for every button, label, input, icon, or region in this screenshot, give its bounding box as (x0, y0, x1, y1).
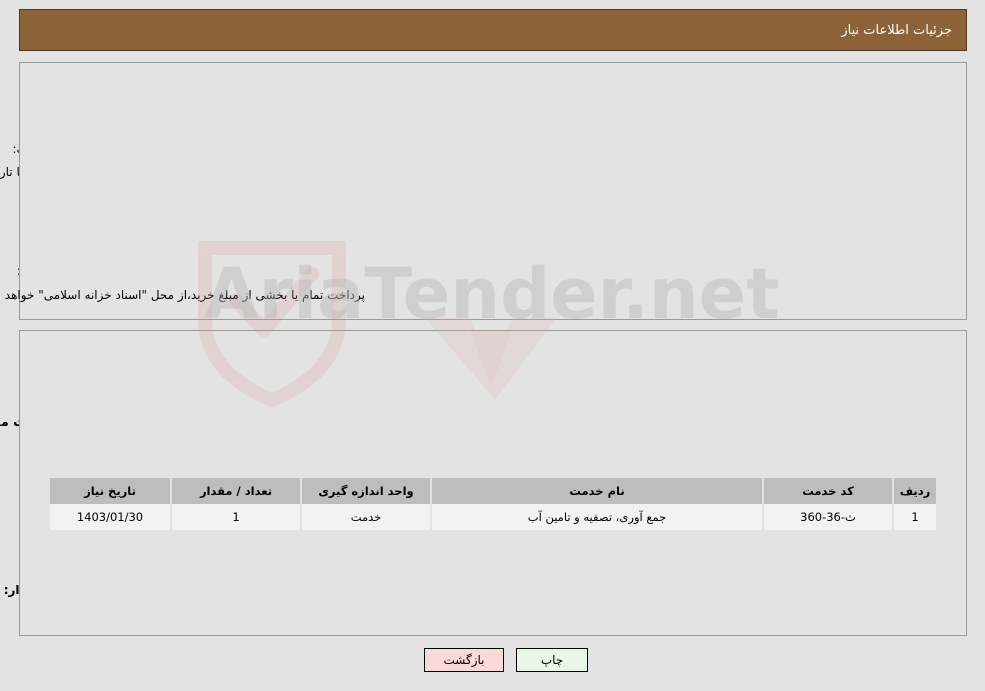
th-row-no: ردیف (894, 478, 936, 504)
back-button[interactable]: بازگشت (424, 648, 504, 672)
th-need-date: تاریخ نیاز (50, 478, 170, 504)
table-row: 1 ث-36-360 جمع آوری، تصفیه و تامین آب خد… (50, 504, 936, 530)
th-quantity: تعداد / مقدار (172, 478, 300, 504)
treasury-checkbox-row[interactable]: پرداخت تمام یا بخشی از مبلغ خرید،از محل … (0, 288, 365, 302)
th-unit: واحد اندازه گیری (302, 478, 430, 504)
td-unit: خدمت (302, 504, 430, 530)
td-row-no: 1 (894, 504, 936, 530)
need-info-panel (19, 62, 967, 320)
table-header-row: ردیف کد خدمت نام خدمت واحد اندازه گیری ت… (50, 478, 936, 504)
td-service-code: ث-36-360 (764, 504, 892, 530)
window-title-bar: جزئیات اطلاعات نیاز (19, 9, 967, 51)
td-quantity: 1 (172, 504, 300, 530)
treasury-checkbox-label: پرداخت تمام یا بخشی از مبلغ خرید،از محل … (0, 288, 365, 302)
td-need-date: 1403/01/30 (50, 504, 170, 530)
th-service-code: کد خدمت (764, 478, 892, 504)
td-service-name: جمع آوری، تصفیه و تامین آب (432, 504, 762, 530)
print-button[interactable]: چاپ (516, 648, 588, 672)
th-service-name: نام خدمت (432, 478, 762, 504)
services-table: ردیف کد خدمت نام خدمت واحد اندازه گیری ت… (48, 478, 938, 530)
page-root: AriaTender.net جزئیات اطلاعات نیاز شماره… (0, 0, 985, 691)
page-title: جزئیات اطلاعات نیاز (841, 22, 952, 38)
